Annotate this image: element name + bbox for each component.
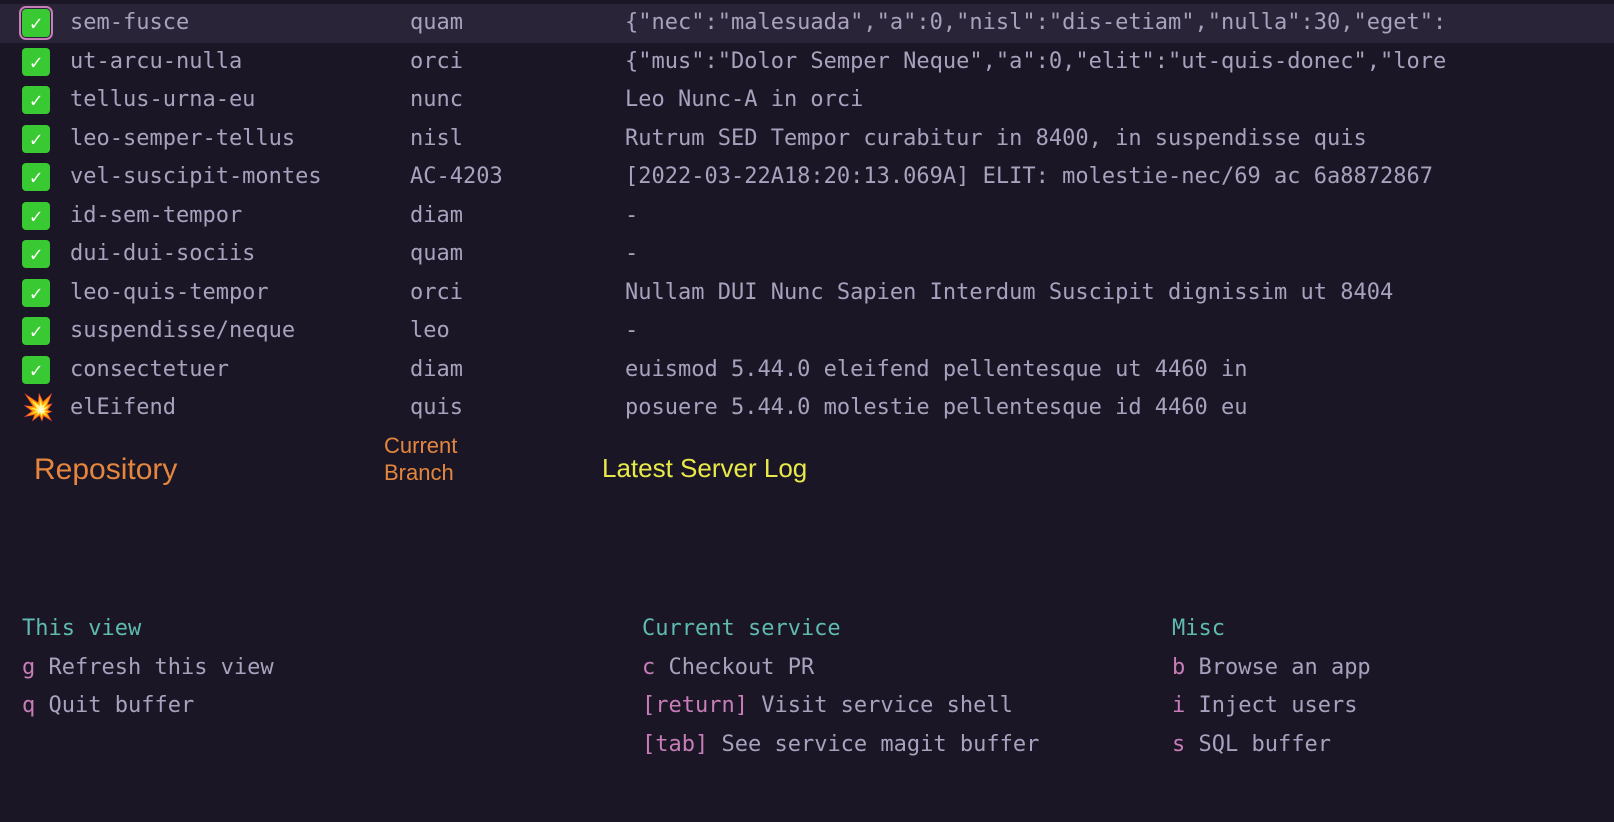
help-label: Quit buffer: [35, 693, 194, 718]
help-col-misc: Misc b Browse an appi Inject userss SQL …: [1172, 610, 1371, 764]
log-text: [2022-03-22A18:20:13.069A] ELIT: molesti…: [625, 158, 1433, 197]
column-headers: Repository CurrentBranch Latest Server L…: [0, 432, 1614, 497]
repo-name: sem-fusce: [70, 4, 410, 43]
branch-name: leo: [410, 312, 625, 351]
repo-name: id-sem-tempor: [70, 197, 410, 236]
service-row[interactable]: ✓sem-fuscequam{"nec":"malesuada","a":0,"…: [0, 4, 1614, 43]
help-item: g Refresh this view: [22, 649, 642, 688]
service-row[interactable]: ✓consectetuerdiameuismod 5.44.0 eleifend…: [0, 351, 1614, 390]
log-text: Nullam DUI Nunc Sapien Interdum Suscipit…: [625, 274, 1393, 313]
repo-name: leo-quis-tempor: [70, 274, 410, 313]
help-item: q Quit buffer: [22, 687, 642, 726]
log-text: {"mus":"Dolor Semper Neque","a":0,"elit"…: [625, 43, 1446, 82]
branch-name: diam: [410, 197, 625, 236]
branch-name: orci: [410, 43, 625, 82]
service-row[interactable]: 💥elEifendquisposuere 5.44.0 molestie pel…: [0, 389, 1614, 428]
header-log: Latest Server Log: [602, 432, 807, 492]
branch-name: orci: [410, 274, 625, 313]
log-text: euismod 5.44.0 eleifend pellentesque ut …: [625, 351, 1248, 390]
branch-name: quis: [410, 389, 625, 428]
help-item: b Browse an app: [1172, 649, 1371, 688]
branch-name: quam: [410, 4, 625, 43]
log-text: Leo Nunc-A in orci: [625, 81, 863, 120]
help-title: Current service: [642, 610, 1172, 649]
header-branch: CurrentBranch: [384, 432, 602, 487]
status-ok-icon: ✓: [22, 86, 70, 114]
repo-name: tellus-urna-eu: [70, 81, 410, 120]
repo-name: dui-dui-sociis: [70, 235, 410, 274]
repo-name: elEifend: [70, 389, 410, 428]
help-label: Visit service shell: [748, 693, 1013, 718]
service-row[interactable]: ✓ut-arcu-nullaorci{"mus":"Dolor Semper N…: [0, 43, 1614, 82]
repo-name: ut-arcu-nulla: [70, 43, 410, 82]
help-key: q: [22, 693, 35, 718]
help-item: c Checkout PR: [642, 649, 1172, 688]
service-row[interactable]: ✓vel-suscipit-montesAC-4203[2022-03-22A1…: [0, 158, 1614, 197]
help-label: Browse an app: [1185, 655, 1370, 680]
help-label: Checkout PR: [655, 655, 814, 680]
help-label: See service magit buffer: [708, 732, 1039, 757]
status-ok-icon: ✓: [22, 9, 70, 37]
repo-name: suspendisse/neque: [70, 312, 410, 351]
help-item: s SQL buffer: [1172, 726, 1371, 765]
status-ok-icon: ✓: [22, 317, 70, 345]
status-ok-icon: ✓: [22, 356, 70, 384]
service-list: ✓sem-fuscequam{"nec":"malesuada","a":0,"…: [0, 0, 1614, 428]
service-row[interactable]: ✓leo-semper-tellusnislRutrum SED Tempor …: [0, 120, 1614, 159]
help-title: This view: [22, 610, 642, 649]
help-item: [tab] See service magit buffer: [642, 726, 1172, 765]
repo-name: leo-semper-tellus: [70, 120, 410, 159]
help-key: [tab]: [642, 732, 708, 757]
help-col-this-view: This view g Refresh this viewq Quit buff…: [22, 610, 642, 764]
repo-name: consectetuer: [70, 351, 410, 390]
log-text: -: [625, 235, 638, 274]
status-ok-icon: ✓: [22, 125, 70, 153]
status-error-icon: 💥: [22, 395, 70, 421]
service-row[interactable]: ✓id-sem-tempordiam-: [0, 197, 1614, 236]
help-col-current-service: Current service c Checkout PR[return] Vi…: [642, 610, 1172, 764]
branch-name: diam: [410, 351, 625, 390]
branch-name: nisl: [410, 120, 625, 159]
help-key: c: [642, 655, 655, 680]
log-text: {"nec":"malesuada","a":0,"nisl":"dis-eti…: [625, 4, 1446, 43]
help-title: Misc: [1172, 610, 1371, 649]
help-key: [return]: [642, 693, 748, 718]
branch-name: nunc: [410, 81, 625, 120]
status-ok-icon: ✓: [22, 202, 70, 230]
log-text: -: [625, 197, 638, 236]
status-ok-icon: ✓: [22, 240, 70, 268]
service-row[interactable]: ✓suspendisse/nequeleo-: [0, 312, 1614, 351]
help-key: b: [1172, 655, 1185, 680]
help-panel: This view g Refresh this viewq Quit buff…: [0, 610, 1614, 764]
branch-name: AC-4203: [410, 158, 625, 197]
help-key: g: [22, 655, 35, 680]
service-row[interactable]: ✓leo-quis-tempororciNullam DUI Nunc Sapi…: [0, 274, 1614, 313]
log-text: posuere 5.44.0 molestie pellentesque id …: [625, 389, 1248, 428]
service-row[interactable]: ✓tellus-urna-eununcLeo Nunc-A in orci: [0, 81, 1614, 120]
log-text: Rutrum SED Tempor curabitur in 8400, in …: [625, 120, 1367, 159]
help-label: SQL buffer: [1185, 732, 1331, 757]
log-text: -: [625, 312, 638, 351]
status-ok-icon: ✓: [22, 279, 70, 307]
help-label: Refresh this view: [35, 655, 273, 680]
service-row[interactable]: ✓dui-dui-sociisquam-: [0, 235, 1614, 274]
help-label: Inject users: [1185, 693, 1357, 718]
status-ok-icon: ✓: [22, 48, 70, 76]
status-ok-icon: ✓: [22, 163, 70, 191]
help-key: s: [1172, 732, 1185, 757]
header-repository: Repository: [34, 432, 384, 497]
repo-name: vel-suscipit-montes: [70, 158, 410, 197]
branch-name: quam: [410, 235, 625, 274]
help-item: [return] Visit service shell: [642, 687, 1172, 726]
help-key: i: [1172, 693, 1185, 718]
help-item: i Inject users: [1172, 687, 1371, 726]
